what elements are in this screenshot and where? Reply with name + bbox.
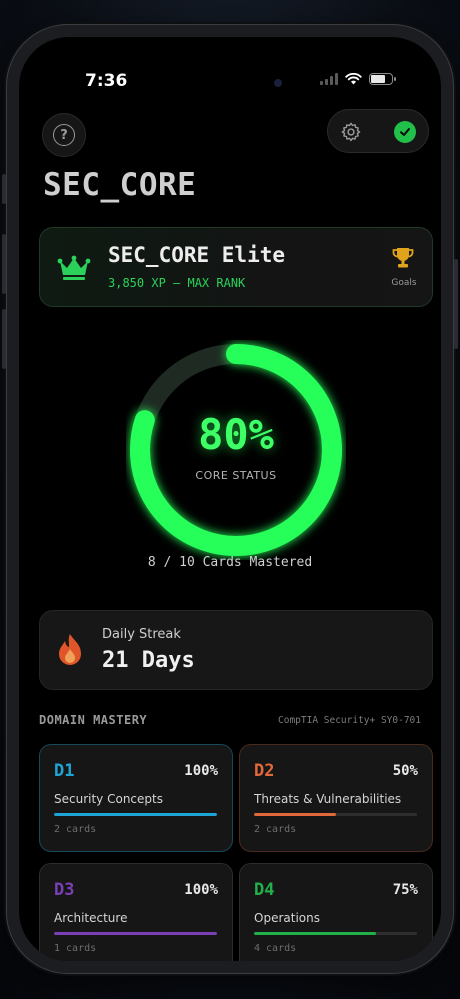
domain-percent: 75% [392,882,418,898]
domain-card-d1[interactable]: D1 100% Security Concepts 2 cards [39,744,233,852]
app-title: SEC_CORE [43,167,197,203]
domain-card-count: 4 cards [254,943,297,954]
domain-code: D1 [54,761,75,781]
help-button[interactable]: ? [42,113,86,157]
status-time: 7:36 [85,71,128,91]
domain-percent: 50% [392,763,418,779]
domain-progress-fill [254,813,336,816]
domain-code: D4 [254,880,275,900]
domain-card-d3[interactable]: D3 100% Architecture 1 cards [39,863,233,961]
app-screen: 7:36 ? SEC_CORE SEC_CORE Elite 3,850 XP … [19,37,441,961]
battery-icon [369,73,396,85]
domain-card-d2[interactable]: D2 50% Threats & Vulnerabilities 2 cards [239,744,433,852]
domain-progress-bar [254,813,417,816]
domain-card-count: 2 cards [54,824,97,835]
volume-down-button [2,309,6,369]
flame-icon [59,634,81,665]
rank-card[interactable]: SEC_CORE Elite 3,850 XP — MAX RANK Goals [39,227,433,307]
phone-frame: 7:36 ? SEC_CORE SEC_CORE Elite 3,850 XP … [2,24,458,974]
domain-name: Threats & Vulnerabilities [254,792,402,806]
domain-percent: 100% [184,763,218,779]
domain-name: Operations [254,911,320,925]
status-icons [320,73,396,85]
streak-value: 21 Days [102,648,195,673]
goals-label[interactable]: Goals [381,278,427,288]
domain-progress-bar [54,932,217,935]
domain-percent: 100% [184,882,218,898]
streak-label: Daily Streak [102,627,181,642]
cards-mastered-text: 8 / 10 Cards Mastered [147,555,313,570]
volume-up-button [2,234,6,294]
trophy-icon[interactable] [392,246,414,270]
domain-name: Architecture [54,911,128,925]
wifi-icon [345,73,362,85]
core-status-percent: 80% [198,410,274,459]
core-status-ring: 80% CORE STATUS [126,340,346,560]
domain-progress-fill [254,932,377,935]
core-status-label: CORE STATUS [195,469,277,482]
domain-name: Security Concepts [54,792,163,806]
exam-label: CompTIA Security+ SY0-701 [278,715,421,726]
rank-title: SEC_CORE Elite [108,243,286,267]
check-icon [400,128,410,136]
gear-icon[interactable] [340,121,362,143]
domain-code: D3 [54,880,75,900]
domain-card-count: 1 cards [54,943,97,954]
domain-mastery-title: DOMAIN MASTERY [39,713,148,727]
domain-progress-bar [54,813,217,816]
action-button [2,174,6,204]
camera-dot [274,79,282,87]
domain-progress-fill [54,932,217,935]
domain-card-d4[interactable]: D4 75% Operations 4 cards [239,863,433,961]
dynamic-island [157,65,285,99]
domain-progress-fill [54,813,217,816]
header-actions [327,109,429,153]
rank-xp: 3,850 XP — MAX RANK [108,276,246,290]
daily-streak-card[interactable]: Daily Streak 21 Days [39,610,433,690]
help-icon: ? [53,124,75,146]
power-button [454,259,458,349]
domain-progress-bar [254,932,417,935]
domain-card-count: 2 cards [254,824,297,835]
signal-icon [320,73,338,85]
sync-status-button[interactable] [394,121,416,143]
domain-code: D2 [254,761,275,781]
crown-icon [57,255,91,280]
